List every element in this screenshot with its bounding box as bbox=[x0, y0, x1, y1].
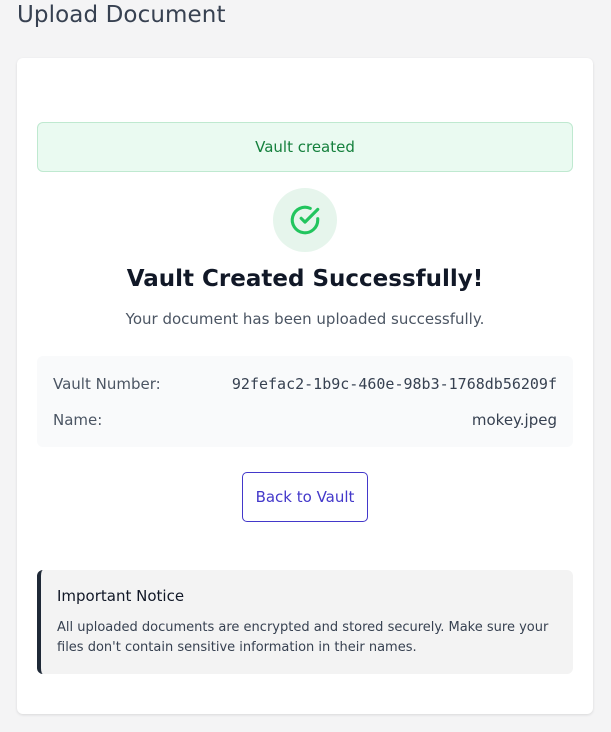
vault-number-row: Vault Number: 92fefac2-1b9c-460e-98b3-17… bbox=[53, 372, 557, 396]
notice-title: Important Notice bbox=[57, 587, 185, 605]
vault-number-value: 92fefac2-1b9c-460e-98b3-1768db56209f bbox=[231, 375, 557, 393]
important-notice: Important Notice All uploaded documents … bbox=[37, 570, 573, 674]
upload-result-card: Vault created Vault Created Successfully… bbox=[17, 58, 593, 714]
success-alert-text: Vault created bbox=[255, 138, 355, 156]
check-circle-icon bbox=[273, 188, 337, 252]
file-name-value: mokey.jpeg bbox=[471, 411, 557, 429]
back-to-vault-button[interactable]: Back to Vault bbox=[242, 472, 368, 522]
page-title: Upload Document bbox=[17, 2, 226, 28]
vault-details-panel: Vault Number: 92fefac2-1b9c-460e-98b3-17… bbox=[37, 356, 573, 447]
notice-body: All uploaded documents are encrypted and… bbox=[57, 620, 549, 655]
file-name-label: Name: bbox=[53, 411, 103, 429]
success-alert: Vault created bbox=[37, 122, 573, 172]
vault-number-label: Vault Number: bbox=[53, 375, 161, 393]
file-name-row: Name: mokey.jpeg bbox=[53, 408, 557, 432]
success-title: Vault Created Successfully! bbox=[126, 266, 484, 292]
success-subtitle: Your document has been uploaded successf… bbox=[125, 310, 485, 328]
